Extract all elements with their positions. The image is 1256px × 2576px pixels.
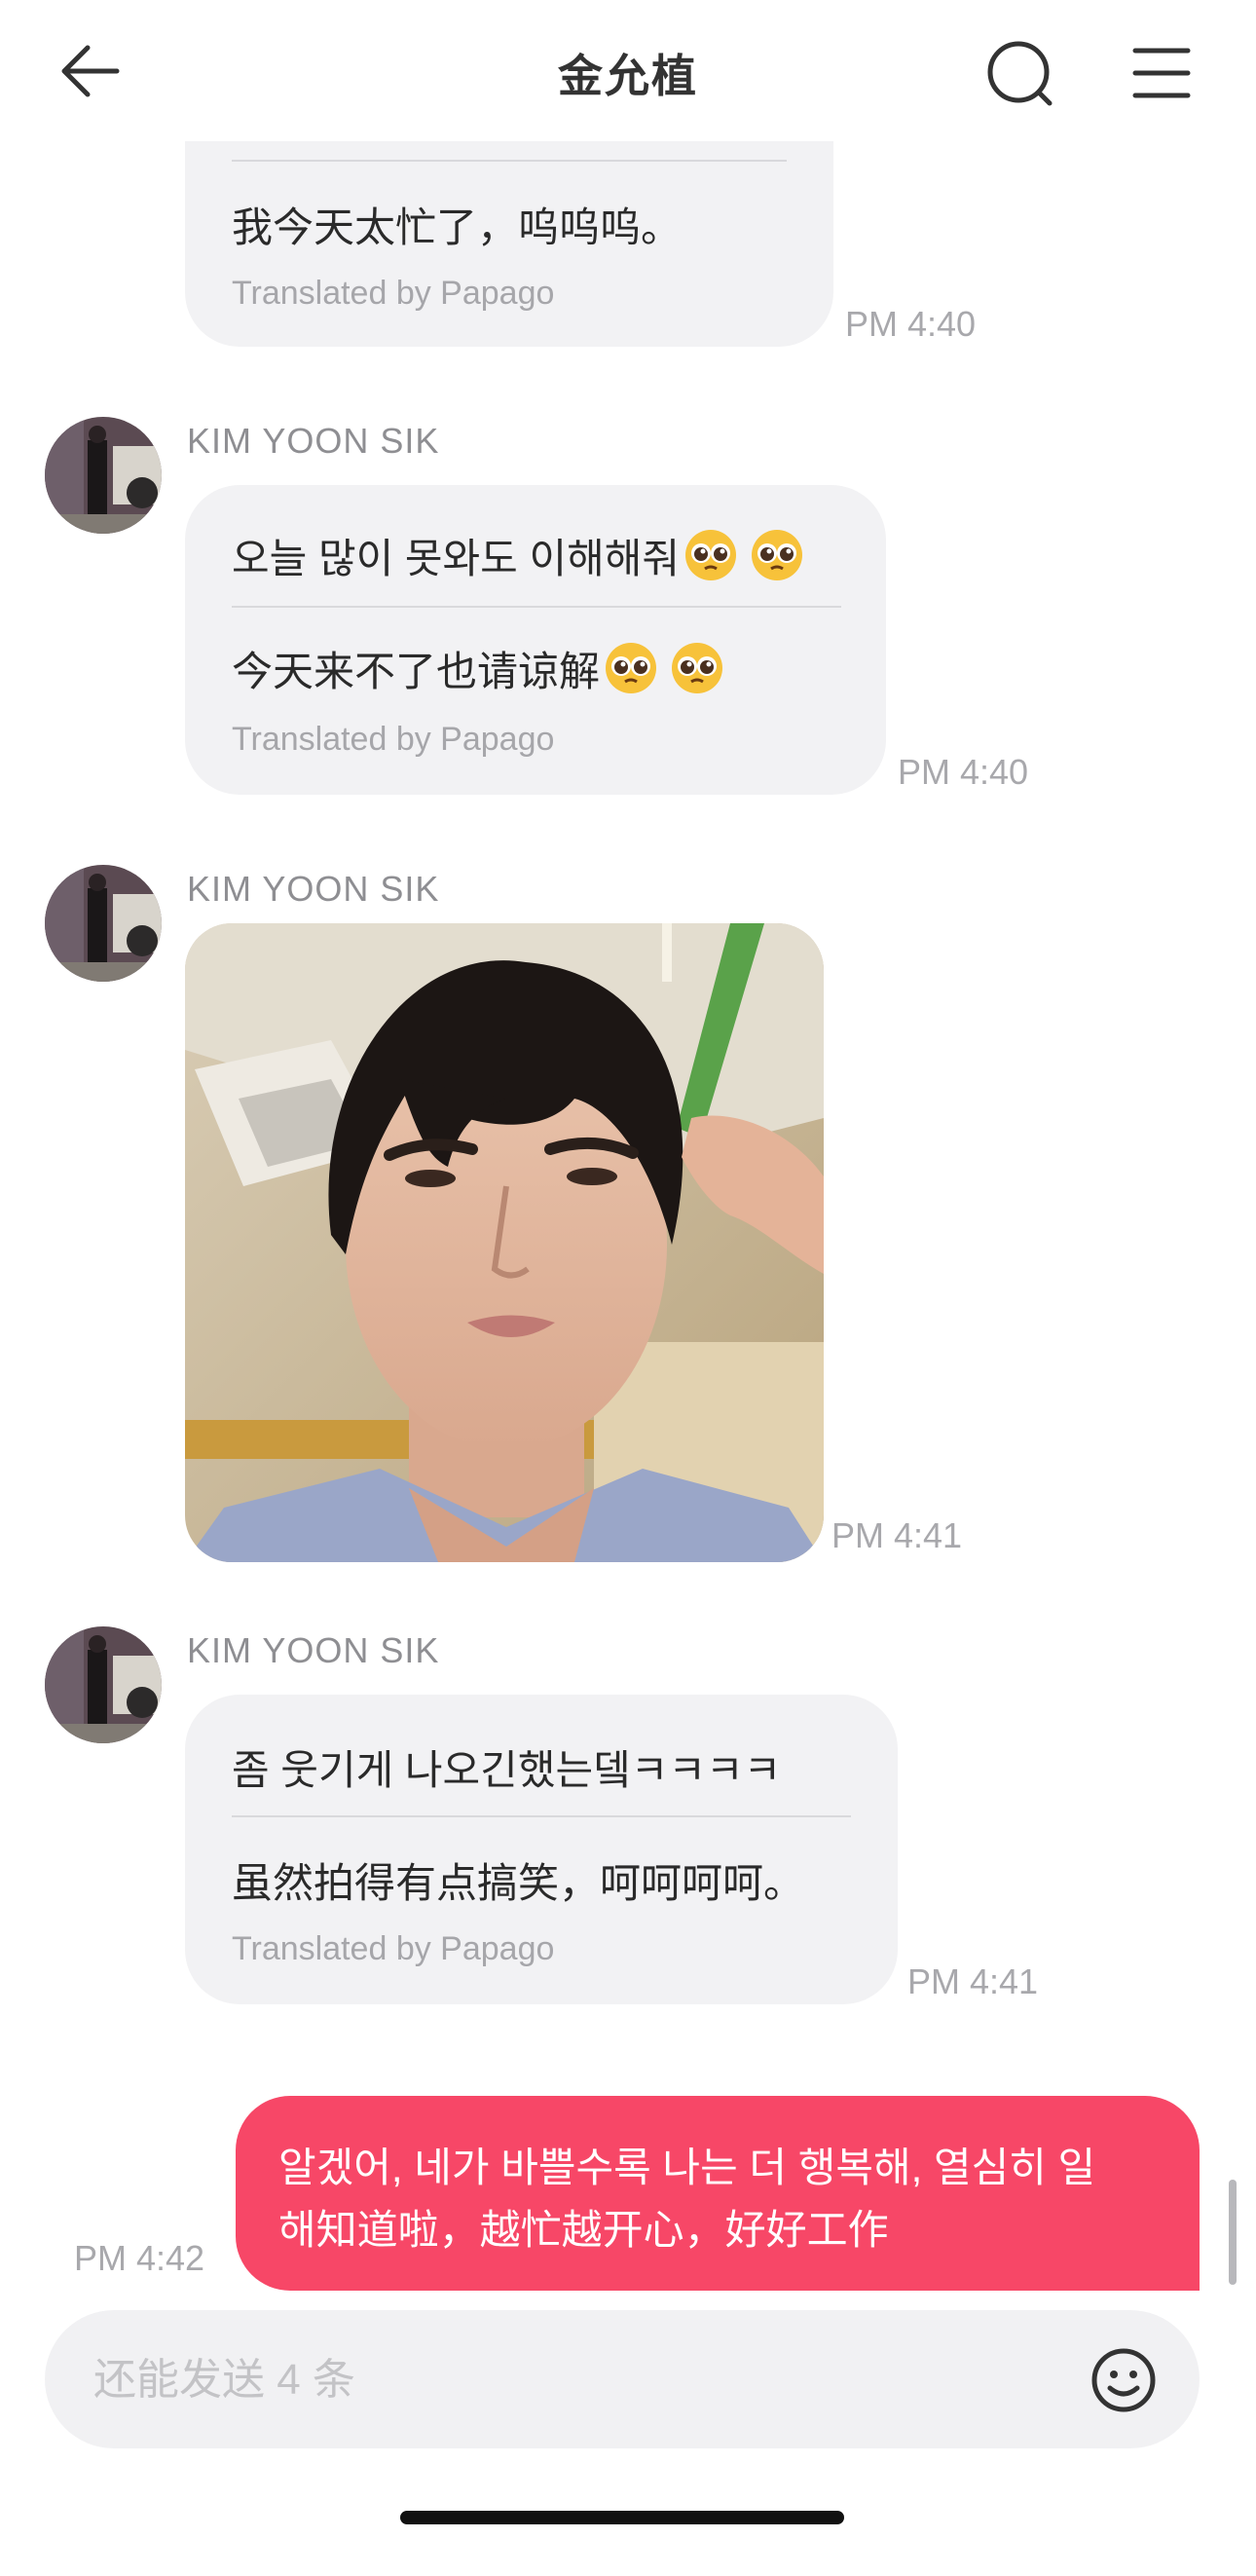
message-time: PM 4:40: [845, 304, 977, 344]
pleading-face-icon: [683, 528, 738, 592]
message-time: PM 4:41: [831, 1515, 963, 1555]
search-icon: [987, 41, 1053, 106]
selfie-photo: [185, 923, 824, 1562]
original-text: 좀 웃기게 나오긴했는뎈ㅋㅋㅋㅋ: [232, 1747, 782, 1793]
message-time: PM 4:41: [907, 1961, 1039, 2001]
message-input-bar: [45, 2310, 1200, 2448]
my-message-line: 해知道啦，越忙越开心，好好工作: [278, 2207, 889, 2253]
scrollbar[interactable]: [1229, 2180, 1237, 2285]
translation-divider: [232, 1815, 851, 1817]
avatar[interactable]: [45, 865, 162, 982]
message-time: PM 4:42: [74, 2238, 205, 2278]
avatar[interactable]: [45, 417, 162, 534]
pleading-face-icon: [750, 528, 804, 592]
emoji-button[interactable]: [1083, 2339, 1164, 2421]
translated-text: 虽然拍得有点搞笑，呵呵呵呵。: [232, 1860, 805, 1906]
message-input[interactable]: [92, 2345, 1069, 2415]
smiley-icon: [1091, 2348, 1156, 2412]
message-bubble[interactable]: 좀 웃기게 나오긴했는뎈ㅋㅋㅋㅋ 虽然拍得有点搞笑，呵呵呵呵。 Translat…: [185, 1695, 898, 2004]
pleading-face-icon: [604, 641, 658, 705]
papago-label: Translated by Papago: [232, 1930, 555, 1967]
photo-message[interactable]: [185, 923, 824, 1562]
search-button[interactable]: [981, 35, 1059, 113]
sender-name: KIM YOON SIK: [187, 1630, 440, 1670]
my-message-line: 알겠어, 네가 바쁠수록 나는 더 행복해, 열심히 일: [278, 2145, 1096, 2190]
message-time: PM 4:40: [898, 752, 1029, 792]
translated-text: 今天来不了也请谅解: [232, 639, 724, 705]
sender-name: KIM YOON SIK: [187, 421, 440, 461]
pleading-face-icon: [670, 641, 724, 705]
translation-divider: [232, 606, 841, 608]
papago-label: Translated by Papago: [232, 721, 555, 758]
menu-button[interactable]: [1127, 39, 1196, 107]
chat-screen: 金允植 我今天太忙了，呜呜呜。 Translated by Papago PM …: [0, 0, 1256, 2576]
original-text: 오늘 많이 못와도 이해해줘: [232, 526, 804, 592]
home-indicator[interactable]: [400, 2511, 844, 2524]
original-text-content: 오늘 많이 못와도 이해해줘: [232, 536, 681, 581]
message-bubble[interactable]: 오늘 많이 못와도 이해해줘 今天来不了也请谅解 Translated by P…: [185, 485, 886, 795]
avatar[interactable]: [45, 1626, 162, 1743]
sender-name: KIM YOON SIK: [187, 869, 440, 909]
chat-title: 金允植: [558, 51, 698, 101]
translation-divider: [232, 160, 787, 162]
translated-text-content: 今天来不了也请谅解: [232, 649, 601, 694]
my-message-bubble[interactable]: 알겠어, 네가 바쁠수록 나는 더 행복해, 열심히 일 해知道啦，越忙越开心，…: [236, 2096, 1200, 2291]
header: 金允植: [0, 0, 1256, 141]
translated-text: 我今天太忙了，呜呜呜。: [232, 205, 683, 250]
hamburger-menu-icon: [1132, 48, 1191, 98]
papago-label: Translated by Papago: [232, 275, 555, 312]
